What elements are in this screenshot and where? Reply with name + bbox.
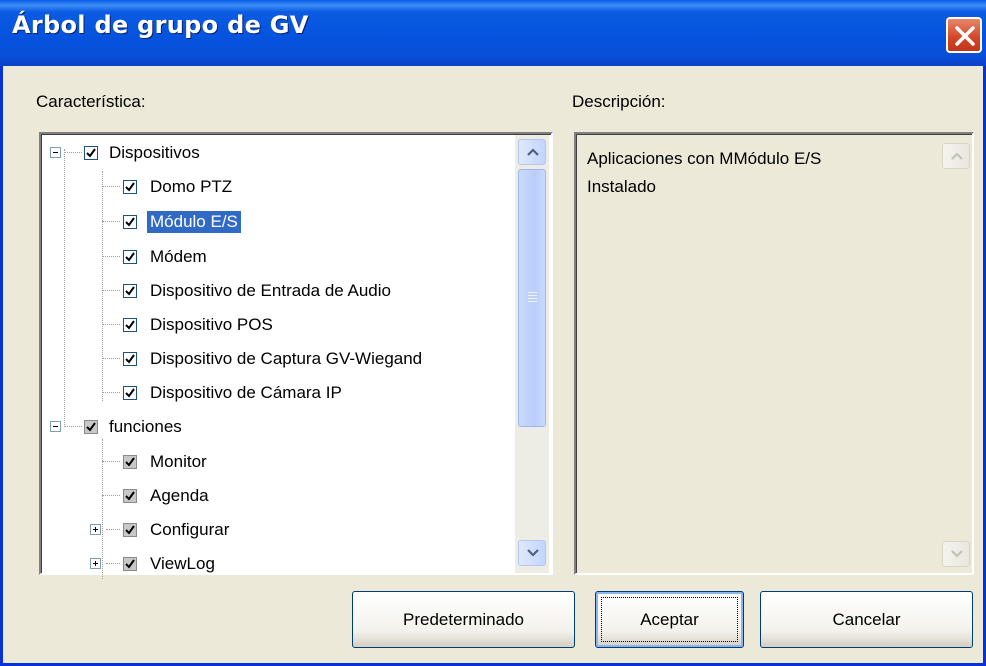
tree-node-label: Dispositivo POS <box>150 315 273 334</box>
tree-connector <box>64 149 65 425</box>
checkbox[interactable] <box>123 352 137 366</box>
tree-connector <box>102 358 120 359</box>
tree-connector <box>64 152 82 153</box>
tree-connector <box>102 221 120 222</box>
close-button[interactable] <box>946 17 982 53</box>
tree-node-label: funciones <box>109 417 182 436</box>
tree-connector <box>106 563 120 564</box>
tree-node-label: Monitor <box>150 452 207 471</box>
tree-connector <box>102 290 120 291</box>
scroll-up-button[interactable] <box>942 143 970 169</box>
tree-node-label: Módem <box>150 247 207 266</box>
tree-node-modem[interactable]: Módem <box>123 242 210 272</box>
tree-node-agenda[interactable]: Agenda <box>123 481 212 511</box>
tree-node-viewlog[interactable]: ViewLog <box>123 549 218 579</box>
close-icon <box>955 26 975 46</box>
scroll-down-button[interactable] <box>518 540 546 566</box>
checkbox[interactable] <box>123 284 137 298</box>
dialog-window: Árbol de grupo de GV Característica: Des… <box>0 0 986 666</box>
description-viewport: Aplicaciones con MMódulo E/S Instalado <box>576 134 972 573</box>
scroll-down-button[interactable] <box>942 541 970 567</box>
tree-node-monitor[interactable]: Monitor <box>123 447 210 477</box>
default-button[interactable]: Predeterminado <box>352 591 575 648</box>
tree-node-ip-camera[interactable]: Dispositivo de Cámara IP <box>123 378 345 408</box>
checkbox[interactable] <box>123 557 137 571</box>
tree-connector <box>102 186 120 187</box>
tree-node-modulo-es[interactable]: Módulo E/S <box>123 207 241 237</box>
tree-connector <box>102 256 120 257</box>
tree-node-label: Agenda <box>150 486 209 505</box>
tree-node-configurar[interactable]: Configurar <box>123 515 232 545</box>
tree-node-label: Dispositivos <box>109 143 200 162</box>
checkbox[interactable] <box>123 180 137 194</box>
tree-node-funciones[interactable]: funciones <box>84 412 185 442</box>
window-title: Árbol de grupo de GV <box>12 11 309 39</box>
tree-node-label: Domo PTZ <box>150 177 233 196</box>
chevron-up-icon <box>527 148 539 156</box>
tree-connector <box>102 461 120 462</box>
tree-node-domo-ptz[interactable]: Domo PTZ <box>123 172 235 202</box>
tree-node-dispositivos[interactable]: Dispositivos <box>84 138 203 168</box>
description-text: Aplicaciones con MMódulo E/S Instalado <box>587 145 927 201</box>
feature-tree[interactable]: Dispositivos funciones Domo PTZ Módulo E… <box>39 132 553 579</box>
tree-connector <box>102 392 120 393</box>
expand-icon[interactable] <box>90 558 101 569</box>
tree-node-wiegand[interactable]: Dispositivo de Captura GV-Wiegand <box>123 344 425 374</box>
checkbox[interactable] <box>123 523 137 537</box>
expand-icon[interactable] <box>90 524 101 535</box>
tree-node-label: Dispositivo de Entrada de Audio <box>150 281 391 300</box>
tree-node-audio-input[interactable]: Dispositivo de Entrada de Audio <box>123 276 394 306</box>
checkbox[interactable] <box>84 420 98 434</box>
description-line: Instalado <box>587 177 656 196</box>
tree-viewport: Dispositivos funciones Domo PTZ Módulo E… <box>41 134 551 579</box>
chevron-down-icon <box>951 550 963 558</box>
tree-connector <box>102 324 120 325</box>
feature-label: Característica: <box>36 92 146 111</box>
description-label: Descripción: <box>572 92 666 111</box>
tree-node-label: ViewLog <box>150 554 215 573</box>
checkbox[interactable] <box>123 250 137 264</box>
focus-ring <box>601 597 738 642</box>
description-scrollbar[interactable] <box>939 135 972 573</box>
tree-node-label: Dispositivo de Captura GV-Wiegand <box>150 349 423 368</box>
checkbox[interactable] <box>123 455 137 469</box>
collapse-icon[interactable] <box>50 147 61 158</box>
scroll-thumb[interactable] <box>518 169 546 427</box>
checkbox[interactable] <box>84 146 98 160</box>
tree-connector <box>102 439 103 579</box>
accept-button[interactable]: Aceptar <box>595 591 744 648</box>
description-box[interactable]: Aplicaciones con MMódulo E/S Instalado <box>574 132 974 575</box>
tree-connector <box>102 495 120 496</box>
checkbox[interactable] <box>123 318 137 332</box>
chevron-down-icon <box>527 549 539 557</box>
chevron-up-icon <box>951 152 963 160</box>
tree-connector <box>102 171 103 401</box>
default-button-label: Predeterminado <box>403 609 524 629</box>
description-line: Aplicaciones con MMódulo E/S <box>587 149 822 168</box>
tree-node-label: Dispositivo de Cámara IP <box>150 383 342 402</box>
checkbox[interactable] <box>123 386 137 400</box>
tree-scrollbar[interactable] <box>515 135 549 573</box>
tree-connector <box>64 426 82 427</box>
title-bar[interactable]: Árbol de grupo de GV <box>0 0 986 66</box>
tree-node-label: Módulo E/S <box>147 211 241 233</box>
checkbox[interactable] <box>123 215 137 229</box>
collapse-icon[interactable] <box>50 421 61 432</box>
tree-connector <box>106 529 120 530</box>
tree-node-pos[interactable]: Dispositivo POS <box>123 310 276 340</box>
cancel-button[interactable]: Cancelar <box>760 591 973 648</box>
scroll-up-button[interactable] <box>518 139 546 165</box>
checkbox[interactable] <box>123 489 137 503</box>
cancel-button-label: Cancelar <box>832 609 901 629</box>
tree-node-label: Configurar <box>150 520 230 539</box>
